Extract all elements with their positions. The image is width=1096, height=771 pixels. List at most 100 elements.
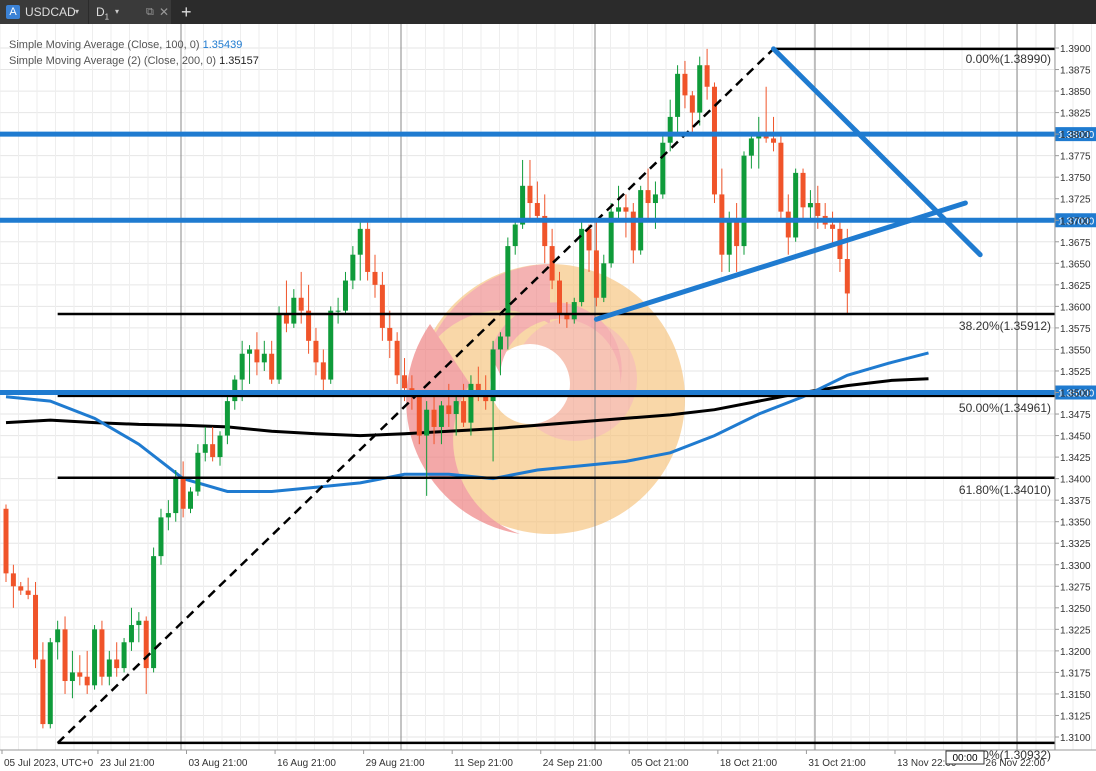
new-tab-button[interactable]: +: [181, 0, 192, 24]
time-tick-label: 31 Oct 21:00: [808, 758, 866, 769]
price-tick-label: 1.3725: [1060, 195, 1091, 206]
candle: [608, 203, 614, 268]
candle-body: [188, 491, 193, 509]
fib-level-label: 50.00%(1.34961): [959, 401, 1051, 415]
candle: [92, 625, 98, 690]
candle-body: [328, 310, 334, 380]
candle-body: [335, 310, 341, 312]
tab-timeframe[interactable]: D1 ▾ ⧉ ✕: [89, 0, 171, 24]
candle-body: [505, 246, 511, 337]
candle-body: [497, 336, 503, 350]
candle: [151, 547, 157, 673]
time-tick-label: 16 Aug 21:00: [277, 758, 336, 769]
candle-body: [557, 280, 562, 315]
price-tick-label: 1.3475: [1060, 410, 1091, 421]
candle-body: [660, 142, 666, 195]
candle-body: [446, 405, 452, 415]
time-tick-label: 26 Nov 22:00: [986, 758, 1046, 769]
candle-body: [416, 396, 422, 436]
time-tick-label: 03 Aug 21:00: [189, 758, 248, 769]
candle-body: [726, 220, 732, 255]
chevron-down-icon[interactable]: ▾: [115, 0, 119, 24]
price-chart[interactable]: 0.00%(1.38990) 38.20%(1.35912) 50.00%(1.34…: [0, 24, 1096, 771]
candle-body: [143, 620, 149, 669]
time-tick-label: 18 Oct 21:00: [720, 758, 778, 769]
candle-body: [379, 284, 385, 328]
candle-body: [92, 629, 98, 686]
candle: [711, 82, 717, 204]
time-tick-label: 23 Jul 21:00: [100, 758, 155, 769]
candle-body: [785, 211, 791, 238]
price-tick-label: 1.3375: [1060, 496, 1091, 507]
candle-body: [224, 401, 230, 436]
candle-body: [151, 556, 157, 669]
candle-body: [128, 625, 134, 643]
fib-level-label: 38.20%(1.35912): [959, 319, 1051, 333]
candle-body: [276, 314, 282, 380]
candle-body: [195, 452, 201, 492]
candle-body: [217, 435, 223, 458]
indicator-sma200-value: 1.35157: [219, 55, 259, 67]
candle-body: [106, 659, 112, 677]
candle-body: [84, 676, 90, 686]
candle-body: [69, 672, 75, 682]
candle-body: [357, 228, 363, 255]
candle: [3, 504, 9, 582]
candle-body: [593, 250, 599, 298]
candle-body: [210, 444, 216, 458]
candle-body: [800, 172, 806, 208]
candle-body: [261, 353, 267, 363]
price-tick-label: 1.3225: [1060, 625, 1091, 636]
candle-body: [320, 362, 326, 380]
candle-body: [453, 401, 459, 415]
indicator-sma200[interactable]: Simple Moving Average (2) (Close, 200, 0…: [9, 55, 259, 67]
tab-bar: A USDCAD ▾ D1 ▾ ⧉ ✕ +: [0, 0, 1096, 24]
price-tick-label: 1.3575: [1060, 324, 1091, 335]
price-tick-label: 1.3275: [1060, 582, 1091, 593]
candle-body: [461, 401, 467, 423]
detach-icon[interactable]: ⧉: [146, 0, 154, 24]
candle: [579, 220, 585, 307]
tab-usdcad[interactable]: A USDCAD ▾: [0, 0, 88, 24]
candle-body: [675, 73, 681, 117]
candle-body: [283, 314, 289, 324]
indicator-sma100[interactable]: Simple Moving Average (Close, 100, 0) 1.…: [9, 39, 242, 51]
candle-body: [394, 340, 400, 376]
fib-level-label: 0.00%(1.38990): [966, 52, 1051, 66]
indicator-sma100-value: 1.35439: [202, 39, 243, 51]
candle-body: [136, 620, 142, 626]
candle-body: [269, 353, 275, 380]
fib-level-label: 61.80%(1.34010): [959, 483, 1051, 497]
chevron-down-icon[interactable]: ▾: [75, 0, 79, 24]
candle-body: [623, 207, 629, 212]
candle-body: [748, 138, 754, 156]
candle-body: [734, 220, 740, 247]
candle-body: [741, 155, 747, 247]
candle: [793, 168, 799, 242]
candle-body: [468, 383, 474, 423]
candle-body: [55, 629, 61, 643]
candle-body: [778, 142, 784, 212]
candle-body: [114, 659, 120, 669]
price-tick-label: 1.3825: [1060, 109, 1091, 120]
candle-body: [815, 203, 821, 216]
candle-body: [719, 194, 725, 255]
price-tick-label: 1.3600: [1060, 302, 1091, 313]
candle-body: [438, 405, 444, 427]
candle-body: [33, 594, 39, 660]
candle: [121, 637, 127, 673]
candle-body: [99, 629, 105, 677]
time-tick-label: 11 Sep 21:00: [454, 758, 513, 769]
candle-body: [689, 95, 695, 113]
candle-body: [202, 444, 208, 453]
candle-body: [512, 224, 518, 247]
close-icon[interactable]: ✕: [159, 0, 169, 24]
candle-body: [40, 659, 46, 725]
candle-body: [121, 642, 127, 669]
candle: [778, 134, 784, 221]
indicator-sma100-name: Simple Moving Average (Close, 100, 0): [9, 39, 200, 51]
price-tick-label: 1.3200: [1060, 647, 1091, 658]
candle: [365, 220, 371, 281]
candle-body: [365, 228, 371, 272]
price-tick-label: 1.3250: [1060, 604, 1091, 615]
